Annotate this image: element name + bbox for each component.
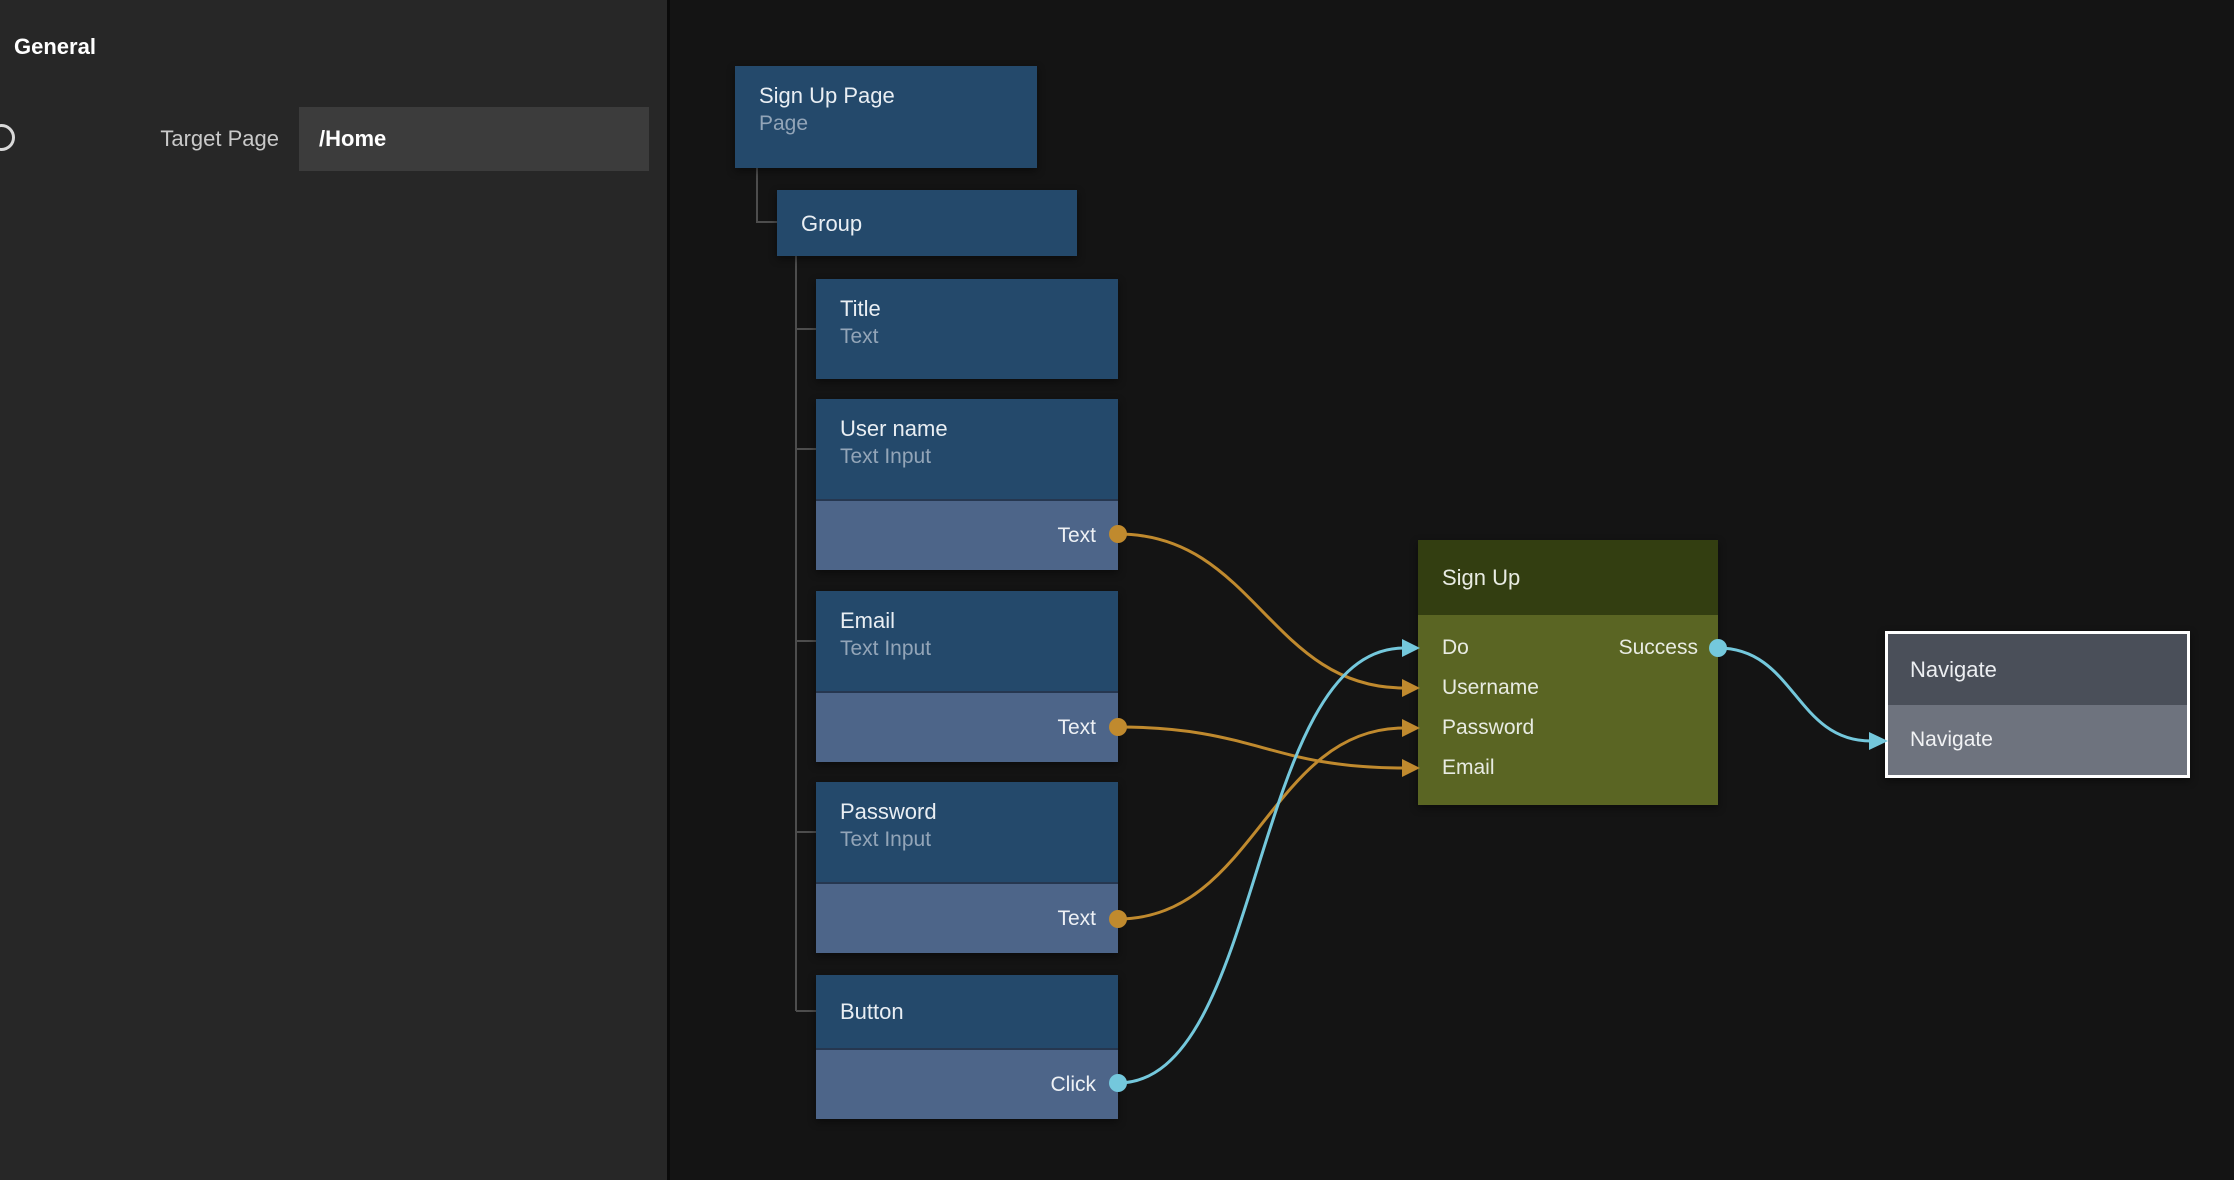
node-title: Button bbox=[816, 975, 1118, 1048]
node-title: Password bbox=[840, 797, 1118, 826]
port-row-email[interactable]: Email bbox=[1418, 748, 1718, 788]
target-page-label: Target Page bbox=[0, 126, 279, 152]
node-title-text[interactable]: Title Text bbox=[816, 279, 1118, 379]
wire-click-to-do[interactable] bbox=[1118, 648, 1404, 1083]
output-port-label: Text bbox=[1057, 524, 1096, 548]
output-port-label-success: Success bbox=[1619, 628, 1698, 668]
wire-email-text-to-email[interactable] bbox=[1118, 727, 1404, 768]
node-title: Sign Up bbox=[1418, 540, 1718, 615]
node-navigate-action[interactable]: Navigate Navigate bbox=[1885, 631, 2190, 778]
inspector-panel: General Target Page bbox=[0, 0, 670, 1180]
node-header: Password Text Input bbox=[816, 782, 1118, 853]
node-title: Navigate bbox=[1888, 634, 2187, 705]
output-port-row-text[interactable]: Text bbox=[816, 691, 1118, 762]
port-row-username[interactable]: Username bbox=[1418, 668, 1718, 708]
input-port-label-username: Username bbox=[1442, 668, 1539, 708]
node-signup-page[interactable]: Sign Up Page Page bbox=[735, 66, 1037, 168]
node-header: Title Text bbox=[816, 279, 1118, 350]
wire-username-text-to-username[interactable] bbox=[1118, 534, 1404, 688]
node-header: User name Text Input bbox=[816, 399, 1118, 470]
node-title: User name bbox=[840, 414, 1118, 443]
node-type-label: Page bbox=[759, 110, 1037, 137]
node-header: Email Text Input bbox=[816, 591, 1118, 662]
node-type-label: Text Input bbox=[840, 826, 1118, 853]
node-button[interactable]: Button Click bbox=[816, 975, 1118, 1119]
output-port-row-text[interactable]: Text bbox=[816, 499, 1118, 570]
node-email-input[interactable]: Email Text Input Text bbox=[816, 591, 1118, 762]
node-group[interactable]: Group bbox=[777, 190, 1077, 256]
port-row-do-success[interactable]: Do Success bbox=[1418, 628, 1718, 668]
node-title: Title bbox=[840, 294, 1118, 323]
wire-password-text-to-password[interactable] bbox=[1118, 728, 1404, 919]
node-body: Do Success Username Password Email bbox=[1418, 615, 1718, 805]
target-page-field-row: Target Page bbox=[0, 107, 670, 171]
output-port-row-text[interactable]: Text bbox=[816, 882, 1118, 953]
node-header: Sign Up Page Page bbox=[735, 66, 1037, 137]
node-title: Sign Up Page bbox=[759, 81, 1037, 110]
node-username-input[interactable]: User name Text Input Text bbox=[816, 399, 1118, 570]
action-row-label: Navigate bbox=[1910, 728, 1993, 752]
node-type-label: Text Input bbox=[840, 635, 1118, 662]
node-signup-action[interactable]: Sign Up Do Success Username Password Ema… bbox=[1418, 540, 1718, 805]
node-title: Group bbox=[777, 190, 1077, 256]
output-port-label: Text bbox=[1057, 716, 1096, 740]
output-port-label: Text bbox=[1057, 907, 1096, 931]
target-page-input[interactable] bbox=[299, 107, 649, 171]
port-row-password[interactable]: Password bbox=[1418, 708, 1718, 748]
output-port-row-click[interactable]: Click bbox=[816, 1048, 1118, 1119]
input-port-label-do: Do bbox=[1442, 628, 1469, 668]
tree-connector-line bbox=[757, 168, 777, 222]
input-port-label-email: Email bbox=[1442, 748, 1495, 788]
wire-success-to-navigate[interactable] bbox=[1718, 648, 1871, 741]
output-port-label: Click bbox=[1051, 1073, 1097, 1097]
node-password-input[interactable]: Password Text Input Text bbox=[816, 782, 1118, 953]
node-type-label: Text Input bbox=[840, 443, 1118, 470]
node-type-label: Text bbox=[840, 323, 1118, 350]
action-row-navigate[interactable]: Navigate bbox=[1888, 705, 2187, 775]
input-port-label-password: Password bbox=[1442, 708, 1534, 748]
node-title: Email bbox=[840, 606, 1118, 635]
section-title-general: General bbox=[14, 34, 96, 60]
